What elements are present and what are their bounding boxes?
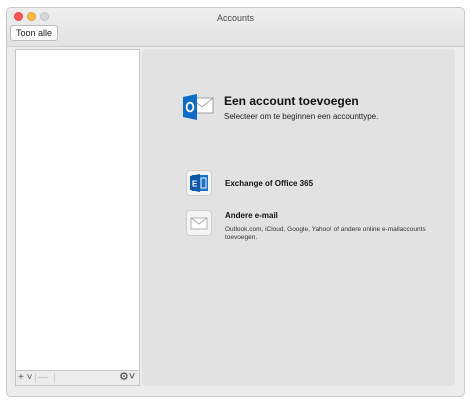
accounts-list[interactable]: [15, 49, 140, 371]
hero-title: Een account toevoegen: [224, 94, 359, 108]
remove-account-button[interactable]: —: [38, 372, 48, 384]
envelope-icon: [190, 217, 208, 230]
add-account-panel: Een account toevoegen Selecteer om te be…: [142, 49, 455, 386]
svg-text:E: E: [192, 180, 198, 189]
other-email-option-tile[interactable]: [186, 210, 212, 236]
toolbar-divider: [35, 373, 36, 383]
other-email-option-description: Outlook.com, iCloud, Google, Yahoo! of a…: [225, 226, 426, 241]
exchange-icon: E: [190, 174, 208, 192]
gear-menu-button[interactable]: ⚙˅: [119, 371, 135, 384]
exchange-option-tile[interactable]: E: [186, 170, 212, 196]
hero-subtitle: Selecteer om te beginnen een accounttype…: [224, 112, 379, 121]
title-bar: Accounts Toon alle: [7, 8, 464, 47]
show-all-button[interactable]: Toon alle: [10, 25, 59, 41]
window-title: Accounts: [216, 13, 255, 23]
add-account-button[interactable]: + ˅: [18, 372, 32, 384]
accounts-list-toolbar: + ˅ — ⚙˅: [15, 371, 140, 386]
outlook-icon: [183, 94, 214, 120]
other-email-option-label[interactable]: Andere e-mail: [225, 211, 278, 220]
toolbar-divider: [54, 373, 55, 383]
exchange-option-label[interactable]: Exchange of Office 365: [225, 179, 313, 188]
